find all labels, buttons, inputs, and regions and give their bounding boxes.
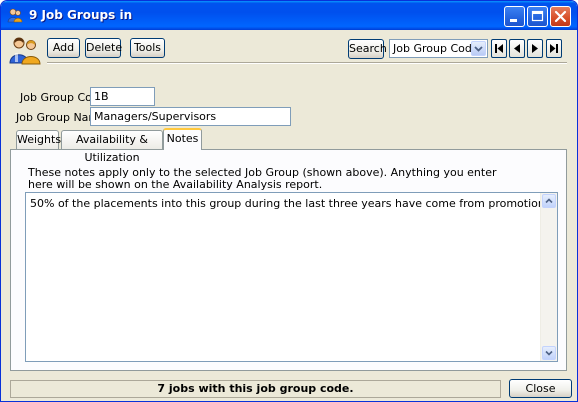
notes-text-content: 50% of the placements into this group du… <box>30 197 553 210</box>
status-bar: 7 jobs with this job group code. <box>10 380 501 398</box>
dropdown-arrow-button[interactable] <box>471 41 486 56</box>
tab-weights[interactable]: Weights <box>16 130 61 149</box>
notes-textarea[interactable]: 50% of the placements into this group du… <box>25 192 558 362</box>
job-group-name-field[interactable]: Managers/Supervisors <box>90 107 291 126</box>
notes-info-text: These notes apply only to the selected J… <box>28 166 497 191</box>
sort-field-select[interactable]: Job Group Code <box>389 39 488 58</box>
search-button[interactable]: Search <box>348 39 387 59</box>
last-record-icon <box>550 44 558 53</box>
previous-record-button[interactable] <box>509 39 525 58</box>
notes-text-value: 50% of the placements into this group du… <box>30 197 551 210</box>
sort-field-value: Job Group Code <box>393 42 479 55</box>
close-icon <box>554 10 567 23</box>
job-group-code-field[interactable]: 1B <box>90 87 155 106</box>
first-record-button[interactable] <box>491 39 507 58</box>
window-title: 9 Job Groups in <box>29 8 133 22</box>
scroll-up-button[interactable] <box>542 194 556 208</box>
tools-button[interactable]: Tools <box>130 38 165 58</box>
next-record-button[interactable] <box>527 39 543 58</box>
delete-button[interactable]: Delete <box>85 38 122 58</box>
notes-vertical-scrollbar[interactable] <box>540 193 557 361</box>
last-record-button[interactable] <box>546 39 562 58</box>
minimize-icon <box>510 19 517 22</box>
job-groups-window: 9 Job Groups in Add Delete Tools Search … <box>0 0 578 402</box>
maximize-button[interactable] <box>527 6 548 27</box>
previous-record-icon <box>514 44 520 53</box>
add-button[interactable]: Add <box>47 38 80 58</box>
toolbar-divider <box>47 62 567 64</box>
first-record-icon <box>495 44 503 53</box>
maximize-icon <box>531 10 544 22</box>
scroll-down-button[interactable] <box>542 346 556 360</box>
chevron-up-icon <box>545 198 553 204</box>
chevron-down-icon <box>474 46 483 52</box>
close-window-button[interactable] <box>550 6 571 27</box>
job-groups-app-icon <box>7 8 23 23</box>
tab-availability-utilization[interactable]: Availability & Utilization <box>61 130 163 164</box>
next-record-icon <box>532 44 538 53</box>
chevron-down-icon <box>545 350 553 356</box>
tab-notes[interactable]: Notes <box>163 128 202 150</box>
close-button[interactable]: Close <box>509 379 572 398</box>
title-bar[interactable]: 9 Job Groups in <box>1 1 577 30</box>
people-logo-icon <box>9 37 41 65</box>
minimize-button[interactable] <box>504 6 525 27</box>
